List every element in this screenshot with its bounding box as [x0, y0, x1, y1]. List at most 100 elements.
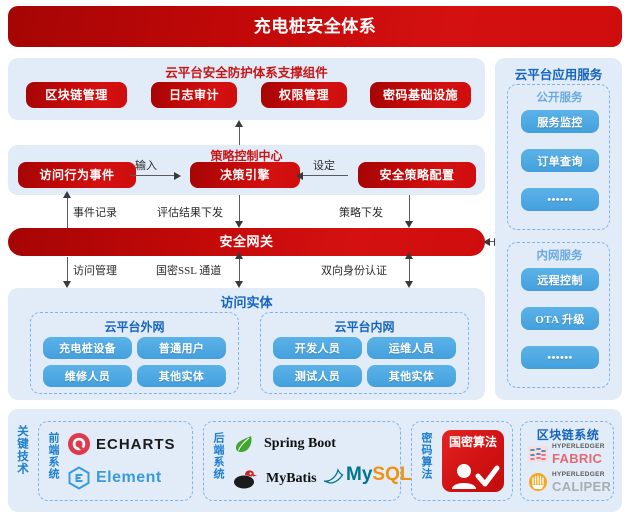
tech-group-blockchain: 区块链系统 HYPERLEDGER FABRIC HYPERLEDGER CAL… — [520, 421, 614, 501]
entity-item-label: 其他实体 — [388, 371, 435, 383]
service-item-label: OTA 升级 — [535, 313, 585, 326]
tech-item-spring-boot[interactable]: Spring Boot — [232, 432, 336, 456]
entity-item-charging-device[interactable]: 充电桩设备 — [43, 337, 132, 359]
arrow-down-icon — [235, 281, 243, 288]
support-components-title: 云平台安全防护体系支撑组件 — [165, 66, 328, 80]
edge-label-sm-ssl-channel: 国密SSL 通道 — [156, 265, 222, 277]
service-item-service-monitor[interactable]: 服务监控 — [521, 110, 599, 133]
policy-node-label: 安全策略配置 — [379, 167, 455, 182]
entity-item-label: 充电桩设备 — [59, 343, 116, 355]
entity-group-internal: 云平台内网 开发人员 运维人员 测试人员 其他实体 — [260, 312, 469, 394]
tech-group-backend-label: 后端系统 — [212, 432, 224, 480]
cloud-application-services-panel: 云平台应用服务 公开服务 服务监控 订单查询 •••••• 内网服务 远程控制 … — [495, 58, 622, 400]
arrow-down-icon — [405, 281, 413, 288]
entity-item-other-internal[interactable]: 其他实体 — [367, 365, 456, 387]
tech-item-label-mysql-sql: SQL — [372, 464, 412, 485]
support-components-panel: 云平台安全防护体系支撑组件 区块链管理 日志审计 权限管理 密码基础设施 — [8, 58, 485, 120]
connector-policy-dispatch — [409, 195, 411, 223]
arrow-left-icon — [296, 171, 303, 180]
tech-item-mybatis[interactable]: MyBatis — [232, 468, 317, 490]
service-item-label: 订单查询 — [537, 155, 583, 168]
service-item-remote-control[interactable]: 远程控制 — [521, 268, 599, 291]
entity-item-label: 普通用户 — [158, 343, 205, 355]
sm-crypto-id-icon-label: 国密算法 — [448, 435, 497, 449]
echarts-icon — [68, 433, 90, 455]
policy-control-center-panel: 策略控制中心 访问行为事件 决策引擎 安全策略配置 — [8, 145, 485, 195]
key-technology-vertical-label: 关键技术 — [16, 425, 28, 475]
security-gateway-label: 安全网关 — [219, 234, 274, 250]
mysql-dolphin-icon — [323, 468, 344, 484]
service-item-label: 服务监控 — [537, 116, 583, 129]
tech-item-sm-crypto[interactable]: 国密算法 — [442, 430, 504, 492]
arrow-down-icon — [235, 221, 243, 228]
edge-label-set: 设定 — [313, 160, 335, 172]
entity-item-label: 开发人员 — [294, 343, 341, 355]
support-item-permission[interactable]: 权限管理 — [261, 82, 347, 108]
tech-item-caliper[interactable]: HYPERLEDGER CALIPER — [527, 471, 611, 493]
diagram-title-bar: 充电桩安全体系 — [8, 6, 622, 47]
entity-item-maintenance-staff[interactable]: 维修人员 — [43, 365, 132, 387]
entity-item-label: 运维人员 — [388, 343, 435, 355]
security-gateway[interactable]: 安全网关 — [8, 228, 485, 256]
policy-node-security-policy-config[interactable]: 安全策略配置 — [358, 162, 476, 188]
entity-item-ops-staff[interactable]: 运维人员 — [367, 337, 456, 359]
entity-item-test-staff[interactable]: 测试人员 — [273, 365, 362, 387]
tech-item-fabric[interactable]: HYPERLEDGER FABRIC — [527, 443, 605, 466]
service-group-title: 公开服务 — [536, 92, 583, 104]
access-entity-panel: 访问实体 云平台外网 充电桩设备 普通用户 维修人员 其他实体 云平台内网 开发… — [8, 288, 485, 400]
tech-item-echarts[interactable]: ECHARTS — [67, 432, 176, 456]
support-item-label: 区块链管理 — [45, 87, 108, 102]
support-item-log-audit[interactable]: 日志审计 — [151, 82, 237, 108]
support-item-label: 密码基础设施 — [382, 87, 458, 102]
service-group-public: 公开服务 服务监控 订单查询 •••••• — [507, 84, 610, 230]
arrow-down-icon — [405, 221, 413, 228]
edge-label-access-management: 访问管理 — [73, 265, 117, 277]
service-group-title: 内网服务 — [536, 250, 583, 262]
connector-config-to-engine — [300, 175, 348, 177]
service-item-more-internal[interactable]: •••••• — [521, 346, 599, 369]
edge-label-input: 输入 — [135, 160, 157, 172]
tech-item-label: HYPERLEDGER — [552, 471, 605, 478]
tech-item-label: MyBatis — [266, 471, 317, 486]
policy-node-label: 访问行为事件 — [39, 167, 115, 182]
policy-node-decision-engine[interactable]: 决策引擎 — [190, 162, 300, 188]
tech-group-crypto: 密码算法 国密算法 — [411, 421, 513, 501]
connector-assessment-result — [239, 195, 241, 223]
edge-label-mutual-auth: 双向身份认证 — [321, 265, 387, 277]
entity-item-other-external[interactable]: 其他实体 — [137, 365, 226, 387]
service-item-more-public[interactable]: •••••• — [521, 188, 599, 211]
service-item-label: •••••• — [547, 193, 573, 206]
tech-group-backend: 后端系统 Spring Boot MyBatis My SQL — [203, 421, 411, 501]
service-item-label: 远程控制 — [537, 274, 583, 287]
tech-item-element[interactable]: Element — [67, 466, 162, 490]
hyperledger-caliper-icon — [529, 473, 547, 492]
support-item-crypto-infra[interactable]: 密码基础设施 — [370, 82, 471, 108]
tech-item-label: Spring Boot — [264, 436, 336, 451]
edge-label-event-record: 事件记录 — [73, 207, 117, 219]
support-item-label: 权限管理 — [278, 87, 329, 102]
connector-policy-to-support — [239, 126, 241, 145]
entity-item-label: 维修人员 — [64, 371, 111, 383]
entity-item-normal-user[interactable]: 普通用户 — [137, 337, 226, 359]
arrow-up-icon — [63, 191, 71, 198]
entity-item-developer[interactable]: 开发人员 — [273, 337, 362, 359]
tech-item-sublabel: FABRIC — [552, 450, 603, 466]
tech-group-blockchain-title: 区块链系统 — [536, 428, 600, 442]
service-item-ota-upgrade[interactable]: OTA 升级 — [521, 307, 599, 330]
policy-node-access-event[interactable]: 访问行为事件 — [18, 162, 136, 188]
access-entity-title: 访问实体 — [220, 295, 273, 310]
diagram-canvas: 充电桩安全体系 云平台安全防护体系支撑组件 区块链管理 日志审计 权限管理 密码… — [0, 0, 630, 519]
connector-event-record — [67, 196, 69, 228]
service-item-order-query[interactable]: 订单查询 — [521, 149, 599, 172]
support-item-blockchain[interactable]: 区块链管理 — [26, 82, 127, 108]
arrow-up-icon — [235, 120, 243, 127]
support-item-label: 日志审计 — [168, 87, 219, 102]
element-icon — [68, 466, 90, 490]
tech-item-mysql[interactable]: My SQL — [322, 464, 411, 486]
service-group-internal: 内网服务 远程控制 OTA 升级 •••••• — [507, 242, 610, 388]
spring-leaf-icon — [235, 436, 252, 452]
tech-item-label: Element — [96, 469, 162, 486]
mybatis-bird-icon — [234, 470, 257, 489]
policy-node-label: 决策引擎 — [219, 167, 270, 182]
entity-item-label: 测试人员 — [294, 371, 341, 383]
